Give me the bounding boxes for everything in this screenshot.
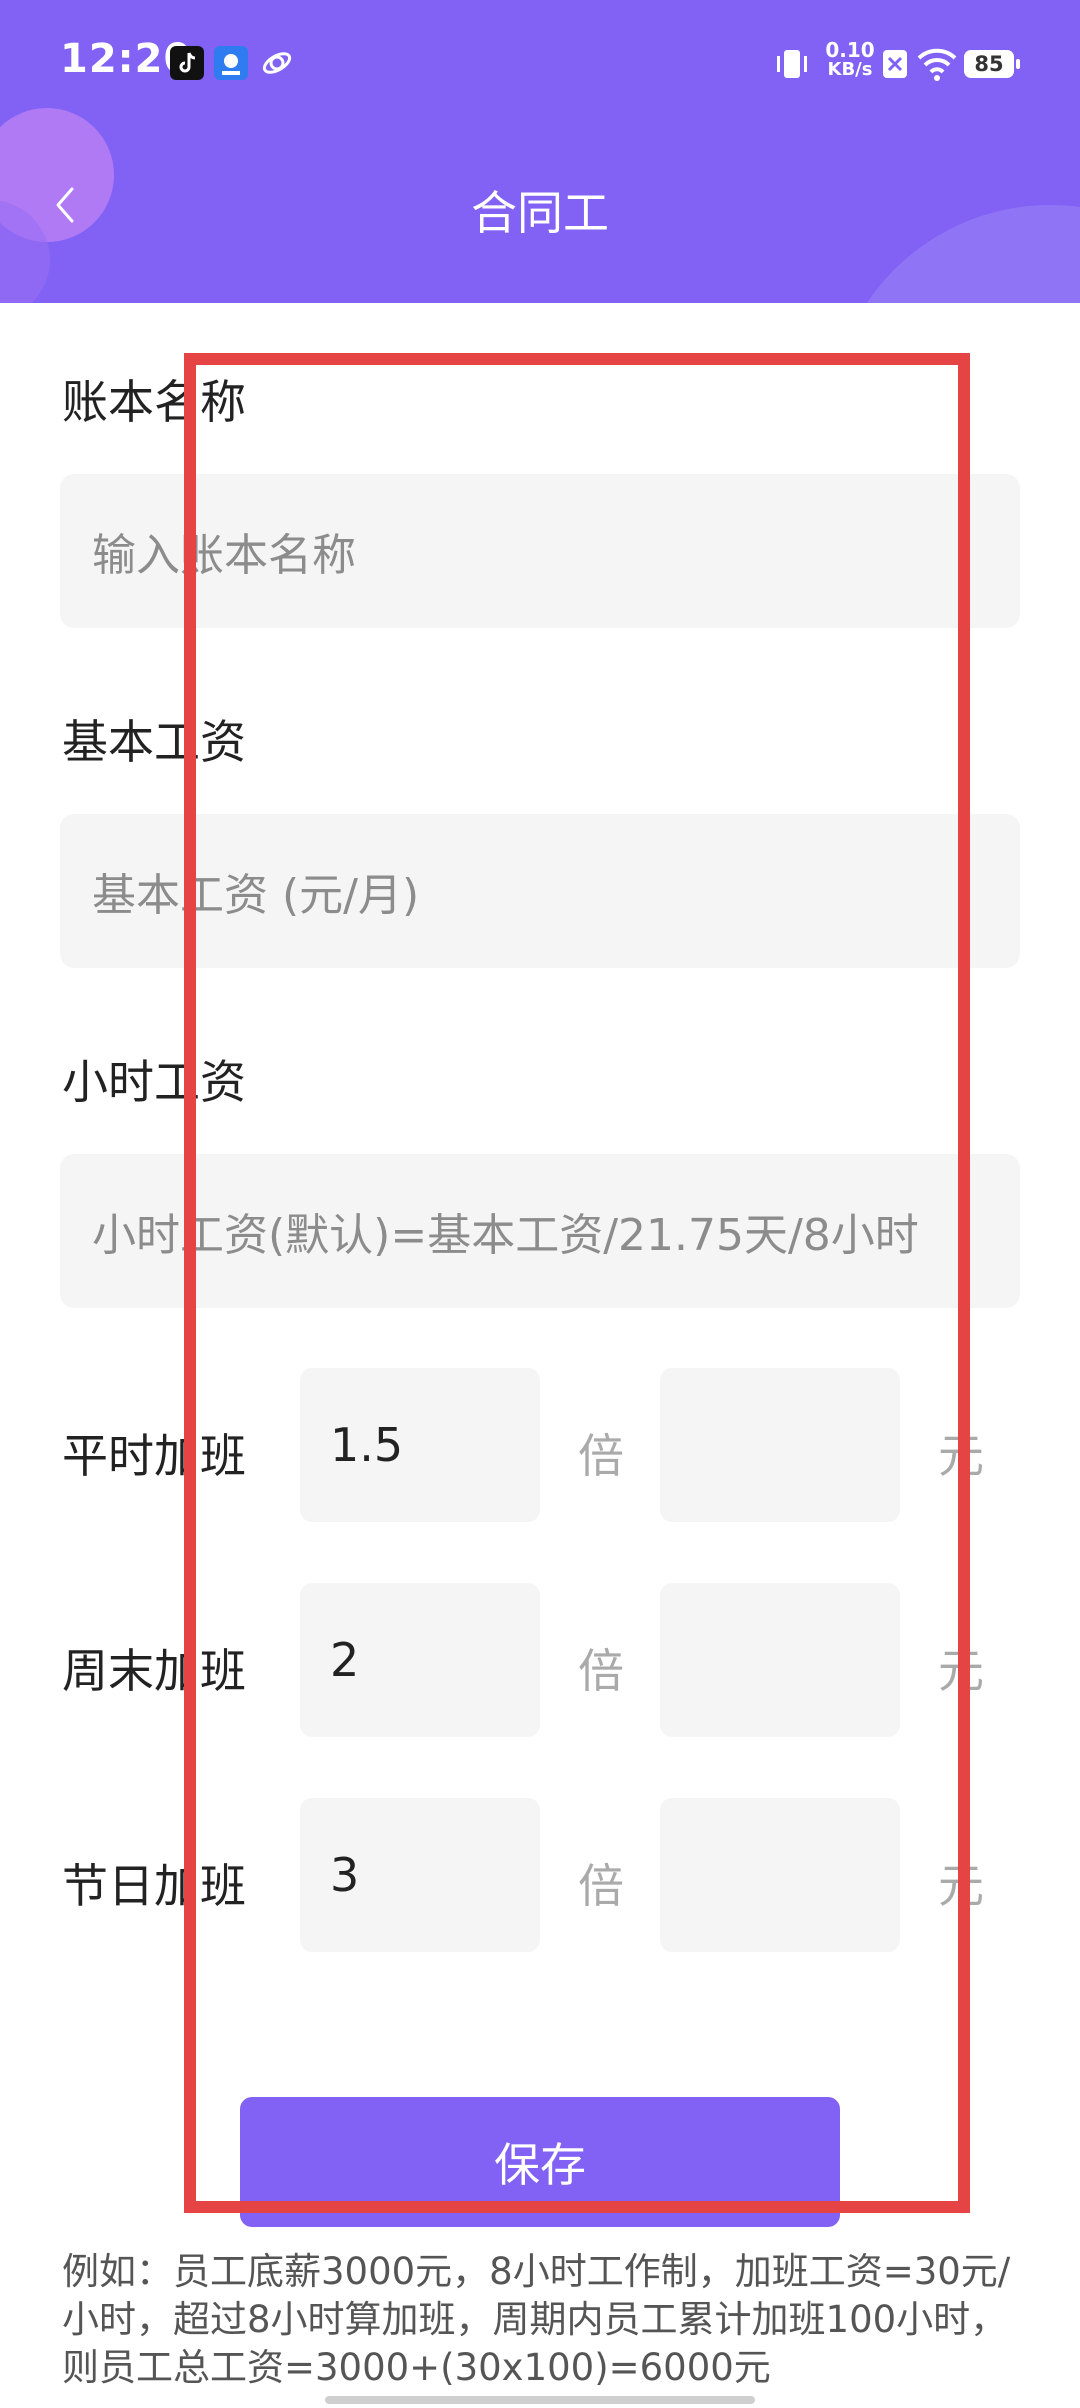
app-notification-icon xyxy=(214,46,248,80)
base-salary-input[interactable]: 基本工资 (元/月) xyxy=(60,814,1020,968)
holiday-times-unit: 倍 xyxy=(578,1859,624,1913)
hourly-wage-input[interactable]: 小时工资(默认)=基本工资/21.75天/8小时 xyxy=(60,1154,1020,1308)
example-note: 例如：员工底薪3000元，8小时工作制，加班工资=30元/小时，超过8小时算加班… xyxy=(62,2250,1011,2389)
hourly-wage-label: 小时工资 xyxy=(62,1055,246,1109)
base-salary-placeholder: 基本工资 (元/月) xyxy=(92,870,420,921)
network-speed: 0.10 KB/s xyxy=(820,40,880,80)
weekend-overtime-label: 周末加班 xyxy=(62,1644,246,1698)
battery-indicator: 85 xyxy=(964,50,1020,78)
holiday-overtime-multiplier-input[interactable]: 3 xyxy=(300,1798,540,1952)
holiday-money-unit: 元 xyxy=(938,1859,984,1913)
network-speed-value: 0.10 xyxy=(825,38,875,62)
battery-level: 85 xyxy=(974,52,1004,76)
app-header: 12:20 0.10 KB/s 85 合同工 xyxy=(0,0,1080,303)
save-button[interactable]: 保存 xyxy=(240,2097,840,2227)
base-salary-label: 基本工资 xyxy=(62,715,246,769)
weekday-money-unit: 元 xyxy=(938,1429,984,1483)
browser-icon xyxy=(260,46,294,80)
page-title: 合同工 xyxy=(471,186,609,240)
wifi-icon xyxy=(916,44,958,88)
sim-off-icon xyxy=(880,44,910,88)
weekday-overtime-amount-input[interactable] xyxy=(660,1368,900,1522)
hourly-wage-placeholder: 小时工资(默认)=基本工资/21.75天/8小时 xyxy=(92,1210,919,1261)
weekend-overtime-amount-input[interactable] xyxy=(660,1583,900,1737)
weekend-money-unit: 元 xyxy=(938,1644,984,1698)
weekday-times-unit: 倍 xyxy=(578,1429,624,1483)
weekend-times-unit: 倍 xyxy=(578,1644,624,1698)
weekend-overtime-multiplier-input[interactable]: 2 xyxy=(300,1583,540,1737)
ledger-name-label: 账本名称 xyxy=(62,375,246,429)
holiday-overtime-label: 节日加班 xyxy=(62,1859,246,1913)
network-speed-unit: KB/s xyxy=(827,59,873,80)
holiday-overtime-amount-input[interactable] xyxy=(660,1798,900,1952)
ledger-name-input[interactable]: 输入账本名称 xyxy=(60,474,1020,628)
status-bar: 12:20 0.10 KB/s 85 xyxy=(0,0,1080,126)
home-indicator[interactable] xyxy=(325,2396,755,2404)
vibrate-icon xyxy=(772,44,812,88)
tiktok-icon xyxy=(170,46,204,80)
weekday-overtime-multiplier-input[interactable]: 1.5 xyxy=(300,1368,540,1522)
ledger-name-placeholder: 输入账本名称 xyxy=(92,530,356,581)
weekday-overtime-label: 平时加班 xyxy=(62,1429,246,1483)
